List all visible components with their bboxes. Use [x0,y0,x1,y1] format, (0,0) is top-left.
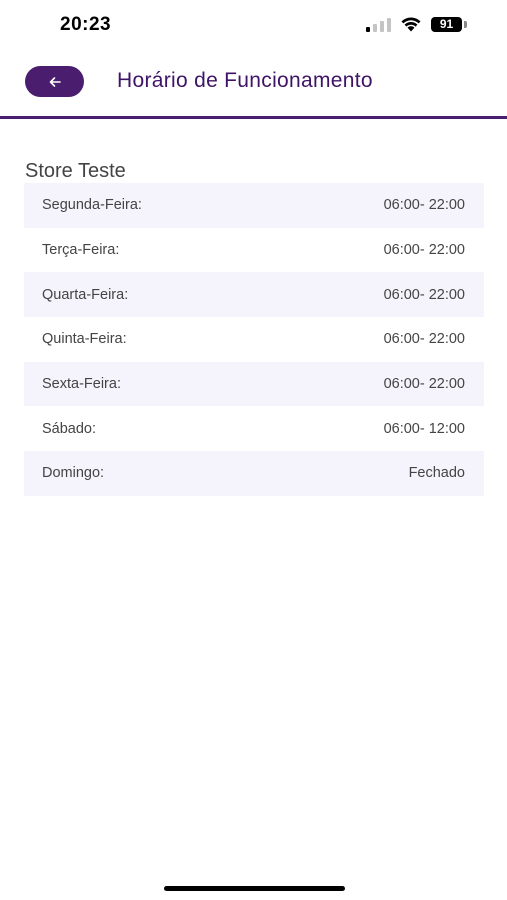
time-value: 06:00- 12:00 [383,420,465,437]
hours-row-saturday: Sábado: 06:00- 12:00 [24,406,484,451]
battery-nub [464,21,467,28]
time-value: 06:00- 22:00 [383,286,465,303]
time-value: 06:00- 22:00 [383,242,465,259]
day-label: Domingo: [42,465,105,482]
battery-icon: 91 [431,17,462,32]
day-label: Quarta-Feira: [42,286,129,303]
time-value: 06:00- 22:00 [383,376,465,393]
day-label: Sexta-Feira: [42,376,121,393]
time-value: Fechado [408,465,465,482]
hours-row-monday: Segunda-Feira: 06:00- 22:00 [24,183,484,228]
time-value: 06:00- 22:00 [383,331,465,348]
hours-row-tuesday: Terça-Feira: 06:00- 22:00 [24,228,484,273]
hours-row-wednesday: Quarta-Feira: 06:00- 22:00 [24,272,484,318]
header-divider [0,116,507,119]
arrow-left-icon [49,76,61,87]
day-label: Terça-Feira: [42,242,120,259]
status-bar: 20:23 91 [0,0,507,50]
hours-row-sunday: Domingo: Fechado [24,451,484,496]
app-header: Horário de Funcionamento [0,50,507,116]
hours-row-friday: Sexta-Feira: 06:00- 22:00 [24,361,484,407]
day-label: Quinta-Feira: [42,331,127,348]
day-label: Sábado: [42,420,97,437]
status-time: 20:23 [60,14,112,35]
wifi-icon [401,17,421,32]
signal-icon [366,18,391,32]
store-name: Store Teste [25,160,126,182]
back-button[interactable] [25,66,84,97]
home-indicator[interactable] [164,886,345,891]
page-title: Horário de Funcionamento [117,69,373,92]
day-label: Segunda-Feira: [42,197,142,214]
hours-list: Segunda-Feira: 06:00- 22:00 Terça-Feira:… [24,183,484,496]
time-value: 06:00- 22:00 [383,197,465,214]
hours-row-thursday: Quinta-Feira: 06:00- 22:00 [24,317,484,362]
